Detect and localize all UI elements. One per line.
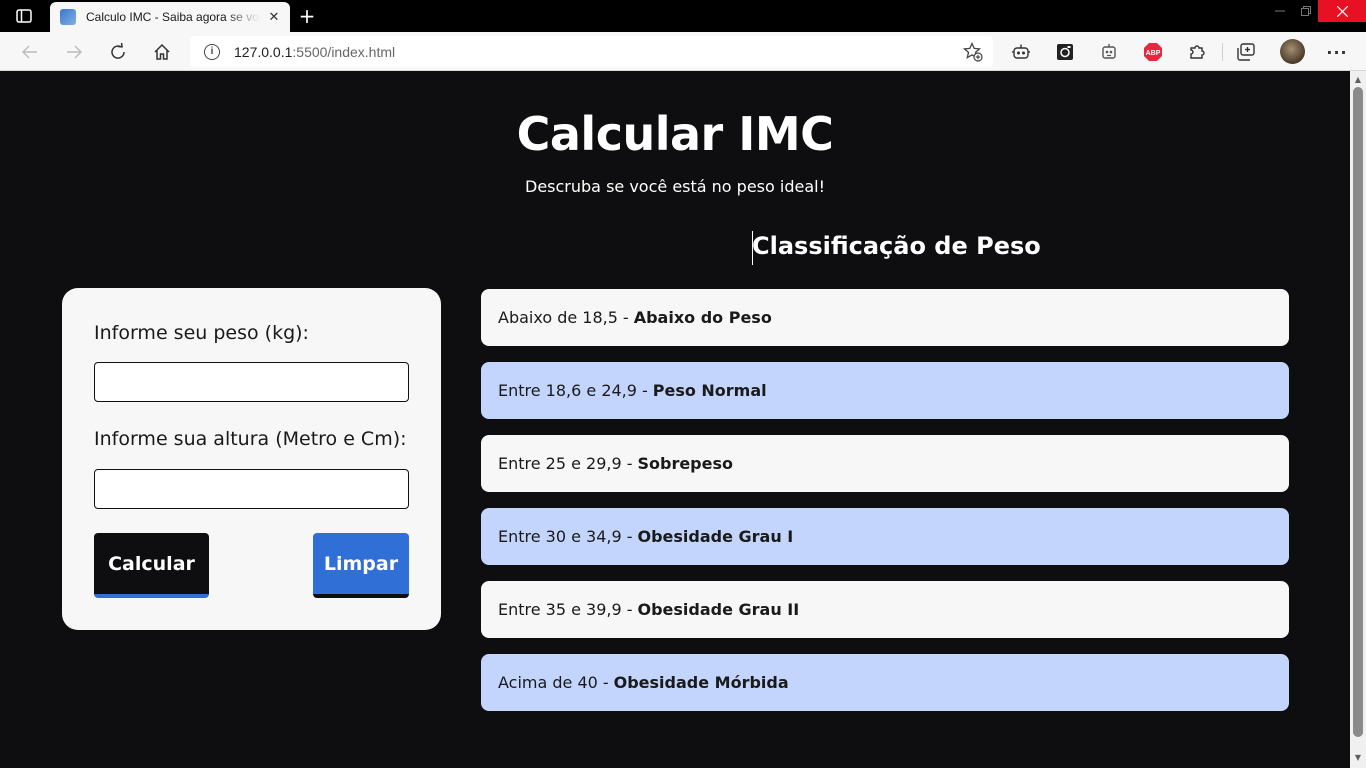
classification-item: Entre 18,6 e 24,9- Peso Normal — [481, 362, 1289, 419]
calculate-button[interactable]: Calcular — [94, 533, 209, 598]
robot-extension-icon[interactable] — [1010, 41, 1032, 63]
vertical-scrollbar[interactable]: ▲ ▼ — [1350, 71, 1366, 768]
camera-extension-icon[interactable] — [1054, 41, 1076, 63]
classification-label: Obesidade Grau I — [637, 527, 794, 546]
tab-title: Calculo IMC - Saiba agora se você — [86, 10, 260, 24]
new-tab-icon[interactable]: + — [296, 4, 318, 28]
classification-range: Acima de 40 — [498, 673, 598, 692]
browser-tab[interactable]: Calculo IMC - Saiba agora se você ✕ — [50, 2, 290, 32]
classification-item: Entre 35 e 39,9- Obesidade Grau II — [481, 581, 1289, 638]
reload-icon[interactable] — [105, 39, 131, 65]
weight-label: Informe seu peso (kg): — [94, 322, 309, 344]
classification-range: Entre 18,6 e 24,9 — [498, 381, 637, 400]
height-input[interactable] — [94, 469, 409, 509]
address-bar[interactable]: i 127.0.0.1:5500/index.html — [190, 36, 993, 67]
classification-range: Abaixo de 18,5 — [498, 308, 618, 327]
browser-tab-bar: Calculo IMC - Saiba agora se você ✕ + — [0, 0, 1366, 32]
add-favorite-icon[interactable] — [963, 42, 983, 62]
home-icon[interactable] — [149, 39, 175, 65]
collections-icon[interactable] — [1235, 41, 1257, 63]
classification-label: Peso Normal — [652, 381, 767, 400]
classification-label: Abaixo do Peso — [633, 308, 772, 327]
page-title: Calcular IMC — [516, 107, 834, 161]
tab-close-icon[interactable]: ✕ — [266, 10, 282, 25]
svg-text:ABP: ABP — [1146, 50, 1161, 57]
more-options-icon[interactable]: ··· — [1326, 41, 1348, 63]
forward-icon[interactable] — [61, 39, 87, 65]
bmi-form-card: Informe seu peso (kg): Informe sua altur… — [62, 288, 441, 630]
classification-label: Obesidade Grau II — [637, 600, 800, 619]
classification-range: Entre 25 e 29,9 — [498, 454, 622, 473]
scroll-up-icon[interactable]: ▲ — [1350, 75, 1366, 84]
extensions-puzzle-icon[interactable] — [1186, 41, 1208, 63]
classification-label: Sobrepeso — [637, 454, 733, 473]
classification-item: Entre 30 e 34,9- Obesidade Grau I — [481, 508, 1289, 565]
minimize-icon[interactable] — [1266, 0, 1294, 22]
toolbar-divider — [1222, 43, 1223, 61]
scroll-down-icon[interactable]: ▼ — [1350, 753, 1366, 762]
calculator-favicon-icon — [60, 9, 76, 25]
classification-title: Classificação de Peso — [752, 232, 1041, 260]
url-path: :5500/index.html — [292, 43, 396, 60]
scrollbar-thumb[interactable] — [1353, 87, 1363, 737]
classification-range: Entre 30 e 34,9 — [498, 527, 622, 546]
classification-item: Entre 25 e 29,9- Sobrepeso — [481, 435, 1289, 492]
page-content: Calcular IMC Descruba se você está no pe… — [0, 71, 1350, 768]
tab-actions-icon[interactable] — [14, 7, 34, 25]
back-icon[interactable] — [17, 39, 43, 65]
restore-icon[interactable] — [1292, 0, 1320, 22]
url-host: 127.0.0.1 — [234, 43, 293, 60]
bot-extension-icon[interactable] — [1098, 41, 1120, 63]
browser-toolbar: i 127.0.0.1:5500/index.html ABP ··· — [0, 32, 1366, 71]
classification-range: Entre 35 e 39,9 — [498, 600, 622, 619]
classification-item: Abaixo de 18,5- Abaixo do Peso — [481, 289, 1289, 346]
classification-item: Acima de 40- Obesidade Mórbida — [481, 654, 1289, 711]
close-window-icon[interactable] — [1318, 0, 1366, 22]
site-info-icon[interactable]: i — [204, 43, 220, 60]
adblock-icon[interactable]: ABP — [1142, 41, 1164, 63]
profile-avatar[interactable] — [1280, 39, 1305, 64]
weight-input[interactable] — [94, 362, 409, 402]
page-subtitle: Descruba se você está no peso ideal! — [525, 177, 825, 196]
classification-label: Obesidade Mórbida — [613, 673, 789, 692]
url-text[interactable]: 127.0.0.1:5500/index.html — [234, 44, 395, 60]
height-label: Informe sua altura (Metro e Cm): — [94, 428, 407, 450]
clear-button[interactable]: Limpar — [313, 533, 409, 598]
